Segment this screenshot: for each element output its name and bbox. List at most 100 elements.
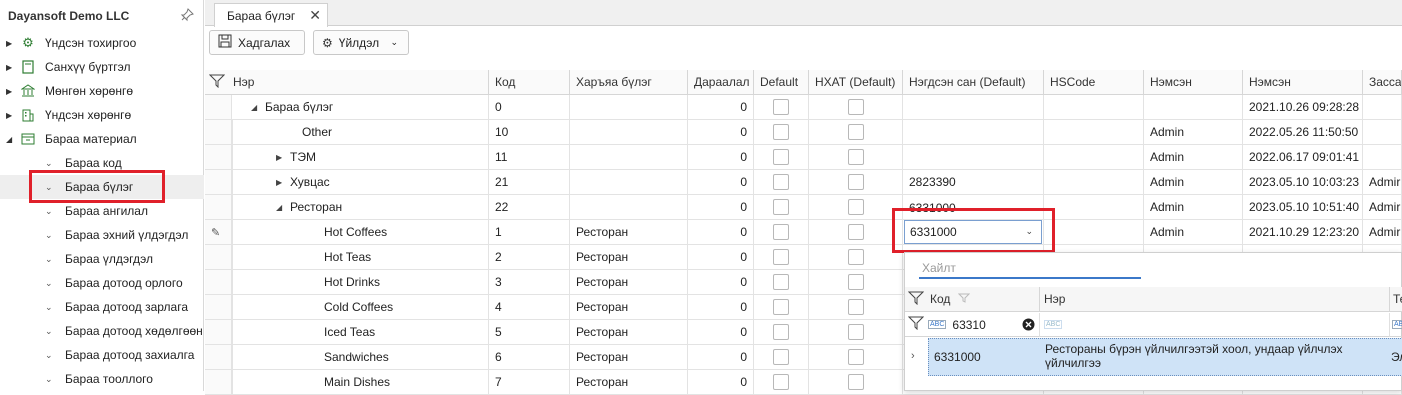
cell-def[interactable]	[754, 220, 809, 245]
cell-order[interactable]: 0	[688, 220, 754, 245]
cell-order[interactable]: 0	[688, 195, 754, 220]
default-checkbox[interactable]	[773, 124, 789, 140]
nhat-checkbox[interactable]	[847, 374, 864, 390]
default-checkbox[interactable]	[773, 274, 789, 290]
column-header-nhat[interactable]: НХАТ (Default)	[809, 70, 903, 95]
cell-by[interactable]: Admin	[1144, 195, 1243, 220]
code-filter-value[interactable]: 63310	[952, 318, 985, 332]
cell-order[interactable]: 0	[688, 295, 754, 320]
clear-icon[interactable]	[1022, 318, 1035, 334]
cell-hs[interactable]	[1044, 95, 1144, 120]
cell-name[interactable]: Hot Teas	[232, 245, 489, 270]
column-header-code[interactable]: Код	[489, 70, 570, 95]
default-checkbox[interactable]	[773, 224, 789, 240]
cell-nhat[interactable]	[809, 170, 903, 195]
cell-nhat[interactable]	[809, 120, 903, 145]
cell-nhat[interactable]	[809, 295, 903, 320]
cell-edited[interactable]: Admir	[1363, 170, 1402, 195]
cell-hs[interactable]	[1044, 220, 1144, 245]
cell-fund[interactable]	[903, 145, 1044, 170]
cell-nhat[interactable]	[809, 145, 903, 170]
nav-item-inventory[interactable]: ◢ Бараа материал	[0, 127, 204, 151]
nhat-checkbox[interactable]	[847, 99, 864, 115]
cell-nhat[interactable]	[809, 370, 903, 395]
cell-code[interactable]: 6	[489, 345, 570, 370]
cell-edited[interactable]	[1363, 145, 1402, 170]
cell-order[interactable]: 0	[688, 370, 754, 395]
column-header-name[interactable]: Нэр	[205, 70, 489, 95]
nav-item-cash[interactable]: ▶ Мөнгөн хөрөнгө	[0, 79, 204, 103]
column-header-added-date[interactable]: Нэмсэн	[1243, 70, 1363, 95]
column-header-edited[interactable]: Засса	[1363, 70, 1402, 95]
cell-order[interactable]: 0	[688, 120, 754, 145]
cell-code[interactable]: 2	[489, 245, 570, 270]
cell-by[interactable]: Admin	[1144, 120, 1243, 145]
nhat-checkbox[interactable]	[847, 249, 864, 265]
cell-by[interactable]: Admin	[1144, 170, 1243, 195]
nhat-checkbox[interactable]	[847, 224, 864, 240]
cell-order[interactable]: 0	[688, 170, 754, 195]
cell-parent[interactable]	[570, 120, 688, 145]
default-checkbox[interactable]	[773, 174, 789, 190]
column-header-default[interactable]: Default	[754, 70, 809, 95]
expand-icon[interactable]: ▶	[6, 63, 12, 72]
collapse-icon[interactable]: ◢	[251, 103, 257, 112]
cell-order[interactable]: 0	[688, 320, 754, 345]
cell-code[interactable]: 1	[489, 220, 570, 245]
close-icon[interactable]: ✕	[309, 7, 321, 24]
cell-fund[interactable]	[903, 95, 1044, 120]
filter-icon[interactable]	[907, 291, 925, 308]
popup-column-header-third[interactable]: Те	[1390, 287, 1402, 312]
expand-icon[interactable]: ▶	[276, 178, 282, 187]
cell-parent[interactable]	[570, 195, 688, 220]
expand-icon[interactable]: ▶	[6, 87, 12, 96]
cell-name[interactable]: Other	[232, 120, 489, 145]
nhat-checkbox[interactable]	[847, 299, 864, 315]
default-checkbox[interactable]	[773, 349, 789, 365]
subnav-item-stocktake[interactable]: ⌄ Бараа тооллого	[0, 367, 204, 391]
cell-code[interactable]: 22	[489, 195, 570, 220]
popup-result-row[interactable]: 6331000 Рестораны бүрэн үйлчилгээтэй хоо…	[928, 338, 1402, 376]
pin-icon[interactable]	[180, 8, 194, 22]
cell-edited[interactable]: Admir	[1363, 195, 1402, 220]
cell-order[interactable]: 0	[688, 95, 754, 120]
cell-name[interactable]: ◢ Бараа бүлэг	[232, 95, 489, 120]
cell-date[interactable]: 2022.05.26 11:50:50	[1243, 120, 1363, 145]
default-checkbox[interactable]	[773, 299, 789, 315]
cell-order[interactable]: 0	[688, 270, 754, 295]
cell-code[interactable]: 5	[489, 320, 570, 345]
cell-order[interactable]: 0	[688, 345, 754, 370]
cell-fund[interactable]: 2823390	[903, 170, 1044, 195]
cell-def[interactable]	[754, 370, 809, 395]
cell-order[interactable]: 0	[688, 245, 754, 270]
cell-date[interactable]: 2022.06.17 09:01:41	[1243, 145, 1363, 170]
cell-def[interactable]	[754, 270, 809, 295]
cell-parent[interactable]: Ресторан	[570, 320, 688, 345]
cell-code[interactable]: 7	[489, 370, 570, 395]
cell-nhat[interactable]	[809, 220, 903, 245]
cell-name[interactable]: Hot Drinks	[232, 270, 489, 295]
nhat-checkbox[interactable]	[847, 149, 864, 165]
nav-item-basic-settings[interactable]: ▶ ⚙ Үндсэн тохиргоо	[0, 31, 204, 55]
subnav-item-balance[interactable]: ⌄ Бараа үлдэгдэл	[0, 247, 204, 271]
popup-filter-third[interactable]: ABC	[1390, 313, 1402, 337]
cell-date[interactable]: 2023.05.10 10:51:40	[1243, 195, 1363, 220]
column-header-fund[interactable]: Нэгдсэн сан (Default)	[903, 70, 1044, 95]
nhat-checkbox[interactable]	[847, 274, 864, 290]
default-checkbox[interactable]	[773, 149, 789, 165]
subnav-item-internal-income[interactable]: ⌄ Бараа дотоод орлого	[0, 271, 204, 295]
cell-def[interactable]	[754, 345, 809, 370]
cell-name[interactable]: Iced Teas	[232, 320, 489, 345]
cell-parent[interactable]	[570, 95, 688, 120]
cell-parent[interactable]	[570, 170, 688, 195]
subnav-item-internal-expense[interactable]: ⌄ Бараа дотоод зарлага	[0, 295, 204, 319]
subnav-item-internal-order[interactable]: ⌄ Бараа дотоод захиалга	[0, 343, 204, 367]
cell-name[interactable]: Sandwiches	[232, 345, 489, 370]
popup-filter-code[interactable]: ABC 63310	[905, 313, 1040, 337]
cell-by[interactable]: Admin	[1144, 145, 1243, 170]
cell-parent[interactable]	[570, 145, 688, 170]
popup-column-header-name[interactable]: Нэр	[1040, 287, 1390, 312]
cell-edited[interactable]	[1363, 95, 1402, 120]
column-filter-icon[interactable]	[958, 292, 971, 306]
nhat-checkbox[interactable]	[847, 349, 864, 365]
